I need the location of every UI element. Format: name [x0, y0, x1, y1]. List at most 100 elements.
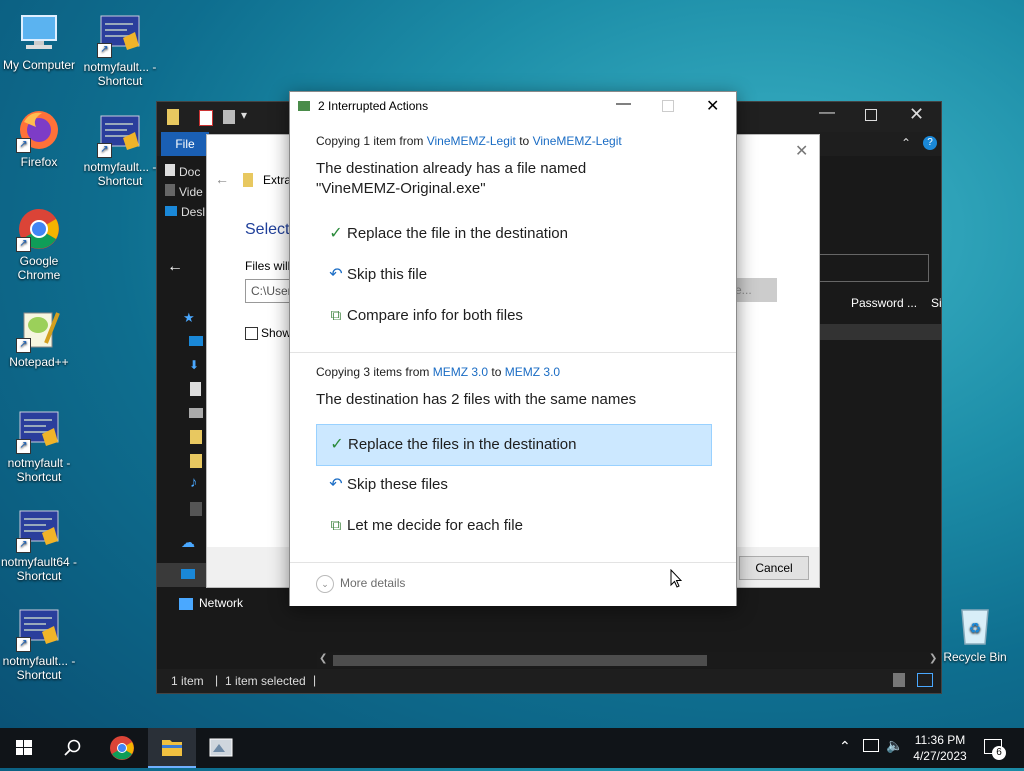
nav-item-documents[interactable]: Doc: [165, 162, 207, 182]
video-icon: [165, 184, 175, 196]
check-icon: ✓: [330, 436, 344, 453]
zip-folder-icon: [243, 173, 253, 187]
source-folder-link[interactable]: VineMEMZ-Legit: [427, 134, 516, 148]
search-button[interactable]: [48, 728, 96, 768]
ribbon-collapse-icon[interactable]: ⌃: [901, 136, 911, 150]
volume-icon[interactable]: 🔈: [886, 737, 903, 754]
notmyfault-icon: ↗: [97, 12, 143, 58]
nav-folder-icon[interactable]: [190, 454, 202, 468]
folder-icon: [167, 109, 179, 125]
clock[interactable]: 11:36 PM 4/27/2023: [908, 732, 972, 764]
nav-folder-icon[interactable]: [190, 430, 202, 444]
replace-files-option[interactable]: ✓ Replace the files in the destination: [316, 424, 712, 466]
skip-files-option[interactable]: ↶ Skip these files: [316, 465, 710, 505]
column-header-password[interactable]: Password ...: [851, 296, 917, 310]
chrome-icon: ↗: [16, 206, 62, 252]
horizontal-scrollbar[interactable]: ❮ ❯: [317, 652, 941, 668]
wizard-title: Extra: [263, 173, 292, 187]
shortcut-arrow-icon: ↗: [16, 237, 31, 252]
ribbon-file-tab[interactable]: File: [161, 132, 209, 156]
show-hidden-icons-chevron-icon[interactable]: ⌃: [839, 738, 851, 755]
decide-each-file-option[interactable]: ⧉ Let me decide for each file: [316, 506, 710, 546]
destination-folder-link[interactable]: MEMZ 3.0: [505, 365, 560, 379]
minimize-icon[interactable]: —: [819, 104, 835, 122]
taskbar-extract-app[interactable]: [197, 728, 245, 768]
quick-access-dropdown-icon[interactable]: ▾: [241, 108, 247, 122]
show-files-checkbox[interactable]: [245, 327, 258, 340]
nav-network-row[interactable]: Network: [179, 596, 243, 610]
nav-desktop-icon[interactable]: [189, 336, 203, 346]
close-icon[interactable]: ✕: [909, 104, 924, 125]
computer-icon: [16, 10, 62, 56]
desktop-icon-recycle-bin[interactable]: ♻ Recycle Bin: [936, 602, 1014, 664]
desktop-icon-notepadpp[interactable]: ↗ Notepad++: [0, 307, 78, 369]
start-button[interactable]: [0, 728, 48, 768]
notmyfault-icon: ↗: [16, 408, 62, 454]
help-icon[interactable]: ?: [923, 136, 937, 150]
mouse-cursor: [670, 568, 683, 592]
scroll-left-icon[interactable]: ❮: [319, 653, 327, 664]
taskbar-file-explorer[interactable]: [148, 728, 196, 768]
nav-videos-icon[interactable]: [190, 502, 202, 516]
details-view-icon[interactable]: [893, 673, 905, 687]
status-divider: |: [215, 673, 219, 687]
chrome-icon: [110, 736, 134, 760]
replace-file-option[interactable]: ✓ Replace the file in the destination: [316, 214, 710, 254]
explorer-status-bar: 1 item | 1 item selected |: [157, 669, 941, 693]
column-header-size[interactable]: Si: [931, 296, 942, 310]
dialog-titlebar[interactable]: 2 Interrupted Actions — ✕: [290, 92, 736, 120]
nav-music-icon[interactable]: ♪: [190, 474, 198, 491]
app-window-icon: [209, 738, 233, 757]
section-divider: [290, 352, 736, 353]
desktop-icon-notmyfault-3[interactable]: ↗ notmyfault - Shortcut: [0, 408, 78, 484]
shortcut-arrow-icon: ↗: [97, 43, 112, 58]
shortcut-arrow-icon: ↗: [97, 143, 112, 158]
back-arrow-icon[interactable]: ←: [167, 258, 183, 276]
large-icons-view-icon[interactable]: [917, 673, 933, 687]
wizard-close-icon[interactable]: ✕: [795, 141, 808, 161]
more-details-toggle[interactable]: ⌄ More details: [316, 575, 405, 593]
nav-item-desktop[interactable]: Desl: [165, 202, 207, 222]
desktop-icon-chrome[interactable]: ↗ Google Chrome: [0, 206, 78, 282]
quick-access-star-icon[interactable]: ★: [183, 310, 195, 326]
new-folder-icon[interactable]: [223, 110, 235, 124]
destination-folder-link[interactable]: VineMEMZ-Legit: [533, 134, 622, 148]
action-center-button[interactable]: 6: [982, 736, 1006, 760]
wizard-back-arrow-icon[interactable]: ←: [215, 171, 229, 187]
source-folder-link[interactable]: MEMZ 3.0: [433, 365, 488, 379]
minimize-icon[interactable]: —: [616, 95, 631, 112]
close-icon[interactable]: ✕: [706, 96, 719, 116]
properties-icon[interactable]: [199, 110, 213, 126]
search-box[interactable]: [819, 254, 929, 282]
desktop-icon-firefox[interactable]: ↗ Firefox: [0, 107, 78, 169]
wizard-heading: Select: [245, 221, 290, 238]
maximize-icon[interactable]: [865, 109, 877, 121]
interrupted-actions-dialog[interactable]: 2 Interrupted Actions — ✕ Copying 1 item…: [289, 91, 737, 606]
scroll-right-icon[interactable]: ❯: [929, 653, 937, 664]
cancel-button[interactable]: Cancel: [739, 556, 809, 580]
desktop-icon-notmyfault-2[interactable]: ↗ notmyfault... - Shortcut: [81, 112, 159, 188]
taskbar-chrome[interactable]: [98, 728, 146, 768]
desktop-icon-notmyfault64[interactable]: ↗ notmyfault64 - Shortcut: [0, 507, 78, 583]
network-tray-icon[interactable]: [863, 739, 879, 752]
selected-file-row[interactable]: [819, 324, 941, 340]
nav-pictures-icon[interactable]: [189, 408, 203, 418]
files-will-label: Files will: [245, 259, 291, 273]
desktop-icon-notmyfault-4[interactable]: ↗ notmyfault... - Shortcut: [0, 606, 78, 682]
conflict-1-source-line: Copying 1 item from VineMEMZ-Legit to Vi…: [316, 134, 622, 148]
nav-downloads-icon[interactable]: ⬇: [189, 358, 199, 372]
conflict-1-message: The destination already has a file named…: [316, 160, 587, 197]
nav-item-videos[interactable]: Vide: [165, 182, 207, 202]
desktop-icon-label: notmyfault... - Shortcut: [2, 654, 76, 682]
quick-access-strip: Doc Vide Desl: [165, 162, 207, 226]
network-icon: [179, 597, 193, 610]
skip-file-option[interactable]: ↶ Skip this file: [316, 255, 710, 295]
onedrive-icon[interactable]: ☁: [181, 534, 195, 551]
compare-files-option[interactable]: ⧉ Compare info for both files: [316, 296, 710, 336]
notepadpp-icon: ↗: [16, 307, 62, 353]
scrollbar-thumb[interactable]: [333, 655, 707, 666]
nav-documents-icon[interactable]: [190, 382, 201, 396]
desktop-icon-notmyfault-1[interactable]: ↗ notmyfault... - Shortcut: [81, 12, 159, 88]
desktop-icon-label: Google Chrome: [17, 254, 61, 282]
desktop-icon-my-computer[interactable]: My Computer: [0, 10, 78, 72]
